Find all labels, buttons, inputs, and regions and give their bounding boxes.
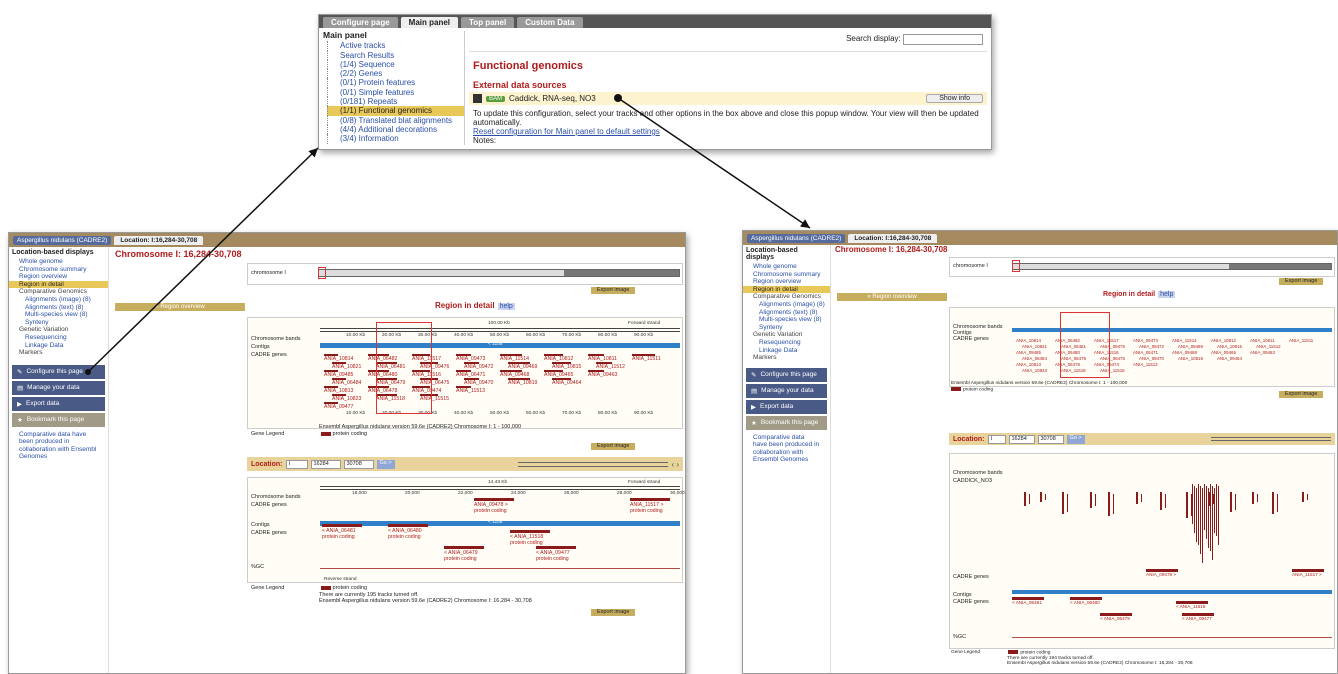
connector-arrows [85, 94, 811, 375]
arrow-to-result [617, 97, 811, 229]
arrow-source-dot [614, 94, 622, 102]
arrow-start-dot [85, 369, 91, 375]
arrow-to-popup [87, 147, 319, 373]
